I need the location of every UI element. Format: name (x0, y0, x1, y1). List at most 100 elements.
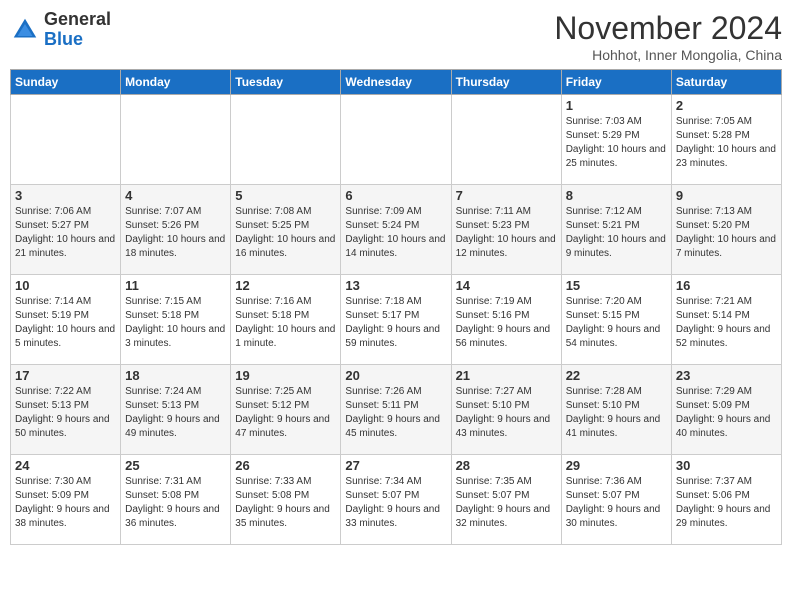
day-number: 21 (456, 368, 557, 383)
day-cell: 18 Sunrise: 7:24 AM Sunset: 5:13 PM Dayli… (121, 365, 231, 455)
day-info: Sunrise: 7:08 AM Sunset: 5:25 PM Dayligh… (235, 205, 336, 261)
day-info: Sunrise: 7:34 AM Sunset: 5:07 PM Dayligh… (345, 475, 446, 531)
day-info: Sunrise: 7:12 AM Sunset: 5:21 PM Dayligh… (566, 205, 667, 261)
day-info: Sunrise: 7:29 AM Sunset: 5:09 PM Dayligh… (676, 385, 777, 441)
day-number: 4 (125, 188, 226, 203)
day-cell: 26 Sunrise: 7:33 AM Sunset: 5:08 PM Dayli… (231, 455, 341, 545)
day-cell: 3Sunrise: 7:06 AM Sunset: 5:27 PM Daylig… (11, 185, 121, 275)
day-number: 27 (345, 458, 446, 473)
week-row-4: 17 Sunrise: 7:22 AM Sunset: 5:13 PM Dayli… (11, 365, 782, 455)
header-cell-monday: Monday (121, 70, 231, 95)
week-row-2: 3Sunrise: 7:06 AM Sunset: 5:27 PM Daylig… (11, 185, 782, 275)
day-cell: 21 Sunrise: 7:27 AM Sunset: 5:10 PM Dayli… (451, 365, 561, 455)
header-cell-sunday: Sunday (11, 70, 121, 95)
header-cell-thursday: Thursday (451, 70, 561, 95)
day-number: 20 (345, 368, 446, 383)
day-cell: 9 Sunrise: 7:13 AM Sunset: 5:20 PM Daylig… (671, 185, 781, 275)
day-info: Sunrise: 7:26 AM Sunset: 5:11 PM Dayligh… (345, 385, 446, 441)
day-number: 10 (15, 278, 116, 293)
day-info: Sunrise: 7:36 AM Sunset: 5:07 PM Dayligh… (566, 475, 667, 531)
day-number: 8 (566, 188, 667, 203)
day-info: Sunrise: 7:37 AM Sunset: 5:06 PM Dayligh… (676, 475, 777, 531)
day-cell: 16 Sunrise: 7:21 AM Sunset: 5:14 PM Dayli… (671, 275, 781, 365)
day-info: Sunrise: 7:22 AM Sunset: 5:13 PM Dayligh… (15, 385, 116, 441)
day-info: Sunrise: 7:30 AM Sunset: 5:09 PM Dayligh… (15, 475, 116, 531)
day-cell: 8 Sunrise: 7:12 AM Sunset: 5:21 PM Daylig… (561, 185, 671, 275)
week-row-3: 10 Sunrise: 7:14 AM Sunset: 5:19 PM Dayli… (11, 275, 782, 365)
day-info: Sunrise: 7:13 AM Sunset: 5:20 PM Dayligh… (676, 205, 777, 261)
calendar-subtitle: Hohhot, Inner Mongolia, China (554, 47, 782, 63)
day-info: Sunrise: 7:09 AM Sunset: 5:24 PM Dayligh… (345, 205, 446, 261)
logo: General Blue (10, 10, 111, 50)
header-cell-tuesday: Tuesday (231, 70, 341, 95)
day-cell: 19 Sunrise: 7:25 AM Sunset: 5:12 PM Dayli… (231, 365, 341, 455)
day-cell: 24 Sunrise: 7:30 AM Sunset: 5:09 PM Dayli… (11, 455, 121, 545)
day-info: Sunrise: 7:03 AM Sunset: 5:29 PM Dayligh… (566, 115, 667, 171)
calendar-table: SundayMondayTuesdayWednesdayThursdayFrid… (10, 69, 782, 545)
day-cell: 27 Sunrise: 7:34 AM Sunset: 5:07 PM Dayli… (341, 455, 451, 545)
day-info: Sunrise: 7:31 AM Sunset: 5:08 PM Dayligh… (125, 475, 226, 531)
day-number: 26 (235, 458, 336, 473)
logo-icon (10, 15, 40, 45)
day-cell: 12Sunrise: 7:16 AM Sunset: 5:18 PM Dayli… (231, 275, 341, 365)
title-section: November 2024 Hohhot, Inner Mongolia, Ch… (554, 10, 782, 63)
day-cell: 10 Sunrise: 7:14 AM Sunset: 5:19 PM Dayli… (11, 275, 121, 365)
day-number: 30 (676, 458, 777, 473)
header-cell-wednesday: Wednesday (341, 70, 451, 95)
day-info: Sunrise: 7:25 AM Sunset: 5:12 PM Dayligh… (235, 385, 336, 441)
day-info: Sunrise: 7:05 AM Sunset: 5:28 PM Dayligh… (676, 115, 777, 171)
header-cell-friday: Friday (561, 70, 671, 95)
day-info: Sunrise: 7:11 AM Sunset: 5:23 PM Dayligh… (456, 205, 557, 261)
day-cell: 20 Sunrise: 7:26 AM Sunset: 5:11 PM Dayli… (341, 365, 451, 455)
day-info: Sunrise: 7:35 AM Sunset: 5:07 PM Dayligh… (456, 475, 557, 531)
day-cell: 30 Sunrise: 7:37 AM Sunset: 5:06 PM Dayli… (671, 455, 781, 545)
day-info: Sunrise: 7:27 AM Sunset: 5:10 PM Dayligh… (456, 385, 557, 441)
day-number: 12 (235, 278, 336, 293)
day-cell (121, 95, 231, 185)
day-number: 13 (345, 278, 446, 293)
day-cell (11, 95, 121, 185)
day-cell: 4 Sunrise: 7:07 AM Sunset: 5:26 PM Daylig… (121, 185, 231, 275)
day-cell (451, 95, 561, 185)
day-info: Sunrise: 7:19 AM Sunset: 5:16 PM Dayligh… (456, 295, 557, 351)
day-number: 19 (235, 368, 336, 383)
logo-text: General Blue (44, 10, 111, 50)
day-cell: 14 Sunrise: 7:19 AM Sunset: 5:16 PM Dayli… (451, 275, 561, 365)
day-number: 16 (676, 278, 777, 293)
day-number: 9 (676, 188, 777, 203)
header-row: SundayMondayTuesdayWednesdayThursdayFrid… (11, 70, 782, 95)
day-number: 24 (15, 458, 116, 473)
day-number: 28 (456, 458, 557, 473)
day-number: 22 (566, 368, 667, 383)
day-number: 7 (456, 188, 557, 203)
day-cell: 13Sunrise: 7:18 AM Sunset: 5:17 PM Dayli… (341, 275, 451, 365)
day-info: Sunrise: 7:33 AM Sunset: 5:08 PM Dayligh… (235, 475, 336, 531)
day-number: 6 (345, 188, 446, 203)
day-cell: 2Sunrise: 7:05 AM Sunset: 5:28 PM Daylig… (671, 95, 781, 185)
day-cell: 1Sunrise: 7:03 AM Sunset: 5:29 PM Daylig… (561, 95, 671, 185)
day-info: Sunrise: 7:21 AM Sunset: 5:14 PM Dayligh… (676, 295, 777, 351)
day-cell (231, 95, 341, 185)
day-number: 17 (15, 368, 116, 383)
day-number: 18 (125, 368, 226, 383)
day-cell: 29 Sunrise: 7:36 AM Sunset: 5:07 PM Dayli… (561, 455, 671, 545)
page-header: General Blue November 2024 Hohhot, Inner… (10, 10, 782, 63)
week-row-1: 1Sunrise: 7:03 AM Sunset: 5:29 PM Daylig… (11, 95, 782, 185)
day-cell: 23Sunrise: 7:29 AM Sunset: 5:09 PM Dayli… (671, 365, 781, 455)
week-row-5: 24 Sunrise: 7:30 AM Sunset: 5:09 PM Dayli… (11, 455, 782, 545)
day-cell: 15Sunrise: 7:20 AM Sunset: 5:15 PM Dayli… (561, 275, 671, 365)
day-info: Sunrise: 7:14 AM Sunset: 5:19 PM Dayligh… (15, 295, 116, 351)
day-cell: 6 Sunrise: 7:09 AM Sunset: 5:24 PM Daylig… (341, 185, 451, 275)
day-info: Sunrise: 7:15 AM Sunset: 5:18 PM Dayligh… (125, 295, 226, 351)
calendar-title: November 2024 (554, 10, 782, 47)
day-cell: 28 Sunrise: 7:35 AM Sunset: 5:07 PM Dayli… (451, 455, 561, 545)
day-info: Sunrise: 7:06 AM Sunset: 5:27 PM Dayligh… (15, 205, 116, 261)
day-number: 11 (125, 278, 226, 293)
day-info: Sunrise: 7:24 AM Sunset: 5:13 PM Dayligh… (125, 385, 226, 441)
day-number: 14 (456, 278, 557, 293)
day-number: 29 (566, 458, 667, 473)
day-cell: 22Sunrise: 7:28 AM Sunset: 5:10 PM Dayli… (561, 365, 671, 455)
day-info: Sunrise: 7:07 AM Sunset: 5:26 PM Dayligh… (125, 205, 226, 261)
day-cell (341, 95, 451, 185)
day-cell: 17 Sunrise: 7:22 AM Sunset: 5:13 PM Dayli… (11, 365, 121, 455)
